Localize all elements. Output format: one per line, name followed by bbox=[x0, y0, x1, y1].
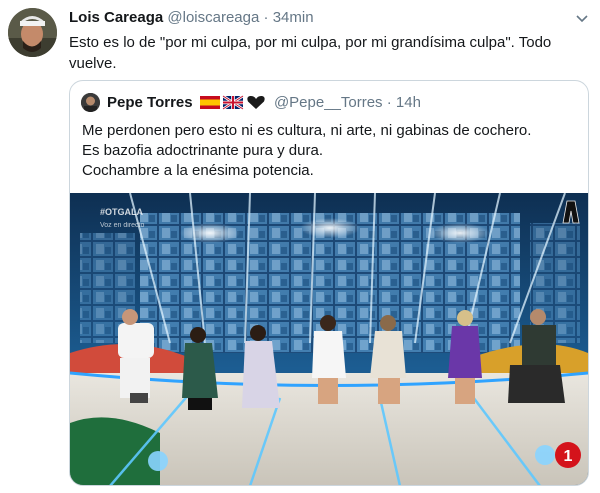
media-overlay-subtitle: Voz en directo bbox=[100, 222, 144, 229]
quoted-author-name[interactable]: Pepe Torres bbox=[107, 94, 193, 111]
author-name[interactable]: Lois Careaga bbox=[69, 9, 163, 26]
author-avatar[interactable] bbox=[8, 8, 57, 57]
separator-dot: · bbox=[263, 9, 269, 26]
quoted-text-line: Cochambre a la enésima potencia. bbox=[82, 162, 314, 179]
profile-badges bbox=[199, 94, 268, 114]
channel-logo-icon: 1 bbox=[555, 442, 581, 468]
quoted-text-line: Me perdonen pero esto ni es cultura, ni … bbox=[82, 122, 532, 139]
quoted-header: Pepe Torres @Pepe__Torres · 14h bbox=[107, 94, 421, 114]
quoted-tweet[interactable]: Pepe Torres @Pepe__Torres · 14h Me perdo… bbox=[69, 80, 589, 486]
channel-logo-number: 1 bbox=[564, 448, 573, 465]
quoted-author-avatar[interactable] bbox=[81, 93, 100, 112]
author-handle[interactable]: @loiscareaga bbox=[167, 9, 259, 26]
black-heart-icon bbox=[247, 95, 265, 109]
quoted-text-line: Es bazofia adoctrinante pura y dura. bbox=[82, 142, 323, 159]
tweet-header: Lois Careaga @loiscareaga · 34min bbox=[69, 9, 314, 26]
tweet[interactable]: Lois Careaga @loiscareaga · 34min Esto e… bbox=[0, 0, 600, 493]
uk-flag-icon bbox=[222, 94, 244, 111]
media-overlay-title: #OTGALA bbox=[100, 207, 144, 217]
quoted-author-handle[interactable]: @Pepe__Torres bbox=[274, 94, 383, 111]
chevron-down-icon[interactable] bbox=[574, 10, 590, 26]
quoted-timestamp[interactable]: 14h bbox=[396, 94, 421, 111]
quoted-media-image[interactable]: #OTGALA Voz en directo 1 bbox=[70, 193, 588, 485]
tweet-text: Esto es lo de "por mi culpa, por mi culp… bbox=[69, 34, 552, 72]
tweet-timestamp[interactable]: 34min bbox=[273, 9, 314, 26]
quoted-text: Me perdonen pero esto ni es cultura, ni … bbox=[82, 121, 577, 181]
spain-flag-icon bbox=[199, 96, 220, 109]
separator-dot: · bbox=[386, 94, 392, 111]
